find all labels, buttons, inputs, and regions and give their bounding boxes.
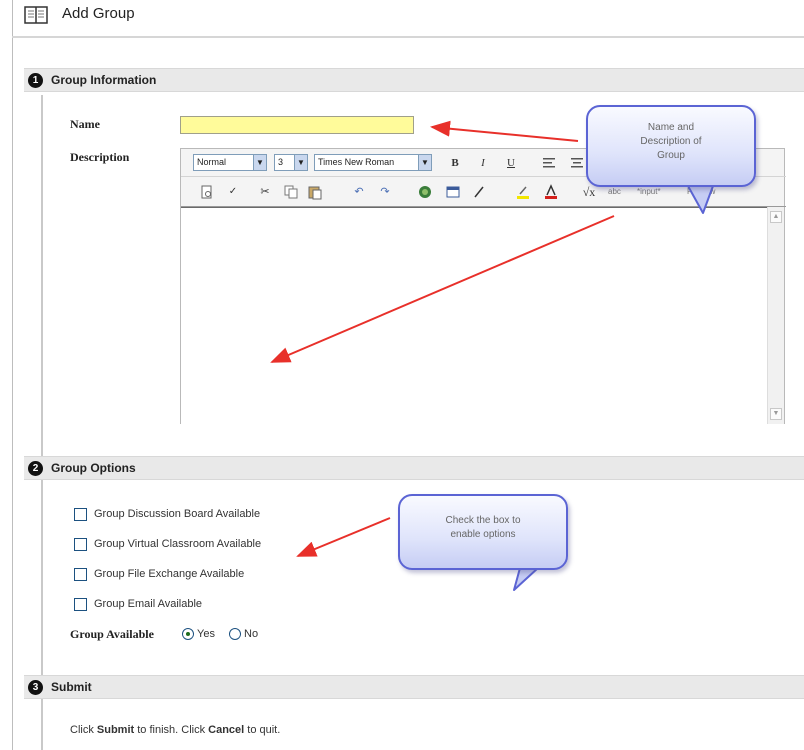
scroll-down-icon[interactable]: ▼ — [770, 408, 782, 420]
group-available-label: Group Available — [70, 627, 154, 641]
copy-icon[interactable] — [283, 184, 299, 200]
instruction-text: to finish. Click — [134, 724, 209, 736]
callout-text: Description of — [640, 136, 702, 147]
page-border-left — [12, 0, 13, 750]
bold-button[interactable]: B — [447, 155, 463, 171]
section-group-options: 2 Group Options — [24, 456, 804, 480]
option-label: Group Discussion Board Available — [94, 508, 261, 520]
arrow-to-name — [430, 120, 579, 142]
text-color-icon[interactable] — [543, 184, 559, 200]
section-group-information: 1 Group Information — [24, 68, 804, 92]
italic-button[interactable]: I — [475, 155, 491, 171]
align-left-icon[interactable] — [541, 155, 557, 171]
editor-scrollbar[interactable]: ▲ ▼ — [767, 207, 784, 424]
name-input[interactable] — [180, 116, 414, 134]
option-label: Group Email Available — [94, 598, 203, 610]
description-label: Description — [70, 150, 130, 164]
checkbox[interactable] — [74, 538, 87, 551]
scroll-up-icon[interactable]: ▲ — [770, 211, 782, 223]
radio-yes-label[interactable]: Yes — [197, 628, 215, 640]
step-number: 3 — [28, 680, 43, 695]
callout-text: Group — [657, 150, 685, 161]
checkbox[interactable] — [74, 508, 87, 521]
spellcheck-icon[interactable]: ✓ — [225, 184, 241, 200]
book-icon — [24, 6, 48, 24]
option-label: Group File Exchange Available — [94, 568, 245, 580]
step-number: 2 — [28, 461, 43, 476]
page-title: Add Group — [62, 5, 135, 22]
font-size-select[interactable]: 3 ▼ — [274, 154, 308, 171]
submit-instructions: Click Submit to finish. Click Cancel to … — [70, 724, 280, 736]
section-submit: 3 Submit — [24, 675, 804, 699]
callout-tail-options — [513, 567, 539, 591]
paste-icon[interactable] — [307, 184, 323, 200]
cancel-keyword: Cancel — [208, 724, 245, 736]
chevron-down-icon: ▼ — [418, 155, 431, 170]
paragraph-style-select[interactable]: Normal ▼ — [193, 154, 267, 171]
submit-keyword: Submit — [96, 724, 135, 736]
instruction-text: Click — [70, 724, 97, 736]
callout-text: Name and — [647, 122, 695, 133]
name-label: Name — [70, 117, 100, 131]
header-divider — [12, 36, 804, 38]
radio-yes[interactable] — [182, 628, 194, 640]
chevron-down-icon: ▼ — [294, 155, 307, 170]
callout-name-description: Name and Description of Group — [586, 105, 756, 187]
cut-icon[interactable]: ✂ — [257, 184, 273, 200]
page-header: Add Group — [0, 0, 804, 40]
pencil-icon[interactable] — [471, 184, 487, 200]
callout-text: enable options — [450, 529, 516, 540]
font-size-value: 3 — [278, 157, 284, 167]
undo-icon[interactable]: ↶ — [351, 184, 367, 200]
radio-no[interactable] — [229, 628, 241, 640]
radio-no-label[interactable]: No — [244, 628, 258, 640]
description-editor: Normal ▼ 3 ▼ Times New Roman ▼ B I U ✓ ✂… — [180, 148, 786, 424]
section-title: Group Information — [51, 73, 157, 87]
font-family-value: Times New Roman — [318, 157, 395, 167]
option-label: Group Virtual Classroom Available — [94, 538, 262, 550]
callout-text: Check the box to — [445, 515, 521, 526]
preview-page-icon[interactable] — [199, 184, 215, 200]
instruction-text: to quit. — [244, 724, 281, 736]
section-title: Submit — [51, 680, 92, 694]
table-icon[interactable] — [445, 184, 461, 200]
section-title: Group Options — [51, 461, 136, 475]
callout-options: Check the box to enable options — [398, 494, 568, 570]
font-family-select[interactable]: Times New Roman ▼ — [314, 154, 432, 171]
checkbox[interactable] — [74, 598, 87, 611]
align-center-icon[interactable] — [569, 155, 585, 171]
redo-icon[interactable]: ↷ — [377, 184, 393, 200]
paragraph-style-value: Normal — [197, 157, 227, 167]
link-icon[interactable] — [417, 184, 433, 200]
description-textarea[interactable] — [181, 207, 769, 424]
checkbox[interactable] — [74, 568, 87, 581]
section-border-left — [41, 95, 43, 750]
step-number: 1 — [28, 73, 43, 88]
highlight-icon[interactable] — [515, 184, 531, 200]
underline-button[interactable]: U — [503, 155, 519, 171]
arrow-to-options — [296, 517, 391, 557]
chevron-down-icon: ▼ — [253, 155, 266, 170]
